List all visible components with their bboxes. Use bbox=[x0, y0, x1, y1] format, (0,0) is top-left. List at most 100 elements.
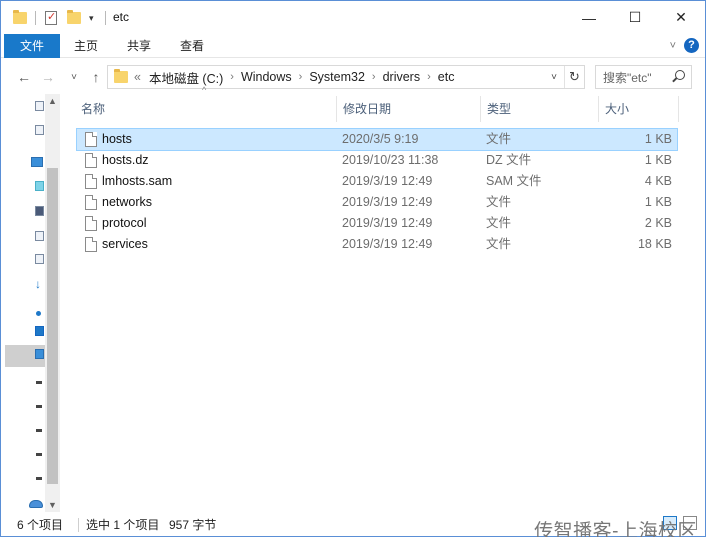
cube-icon[interactable] bbox=[35, 181, 44, 191]
file-size: 4 KB bbox=[644, 174, 672, 188]
drive-icon[interactable] bbox=[36, 477, 42, 480]
status-bar: 6 个项目 选中 1 个项目 957 字节 传智播客-上海校区 bbox=[1, 513, 705, 537]
scrollbar-thumb[interactable] bbox=[47, 168, 58, 484]
file-name: networks bbox=[102, 195, 153, 209]
breadcrumb-item-etc[interactable]: etc bbox=[438, 70, 455, 84]
file-date: 2020/3/5 9:19 bbox=[342, 132, 419, 146]
download-icon[interactable]: ↓ bbox=[35, 278, 44, 290]
breadcrumb-item-drivers[interactable]: drivers bbox=[383, 70, 421, 84]
scroll-up-icon[interactable]: ▲ bbox=[48, 96, 57, 106]
close-button[interactable]: ✕ bbox=[658, 1, 704, 34]
tab-file[interactable]: 文件 bbox=[4, 34, 60, 58]
navigation-bar: ← → ˅ ↑ « 本地磁盘 (C:) › Windows › System32… bbox=[1, 63, 705, 91]
file-name: lmhosts.sam bbox=[102, 174, 173, 188]
column-headers: ^ 名称 修改日期 类型 大小 bbox=[74, 85, 680, 124]
table-row[interactable]: hosts.dz 2019/10/23 11:38 DZ 文件 1 KB bbox=[77, 150, 677, 171]
nav-scrollbar[interactable]: ▲ ▼ bbox=[45, 94, 60, 512]
file-type: 文件 bbox=[486, 237, 512, 251]
file-icon bbox=[85, 132, 97, 147]
file-size: 1 KB bbox=[644, 132, 672, 146]
file-icon bbox=[85, 237, 97, 252]
recent-locations-button[interactable]: ˅ bbox=[63, 65, 85, 89]
chevron-right-icon[interactable]: › bbox=[372, 71, 376, 83]
file-type: DZ 文件 bbox=[486, 153, 532, 167]
file-size: 1 KB bbox=[644, 195, 672, 209]
search-icon[interactable] bbox=[675, 70, 685, 80]
file-type: SAM 文件 bbox=[486, 174, 542, 188]
new-folder-icon[interactable] bbox=[67, 10, 81, 24]
video-icon[interactable] bbox=[35, 326, 44, 336]
window-title: etc bbox=[113, 10, 130, 24]
help-icon[interactable]: ? bbox=[684, 38, 699, 53]
computer-icon[interactable] bbox=[31, 157, 43, 167]
back-button[interactable]: ← bbox=[13, 65, 35, 89]
file-icon bbox=[85, 153, 97, 168]
file-icon bbox=[85, 195, 97, 210]
chevron-right-icon[interactable]: › bbox=[299, 71, 303, 83]
properties-icon[interactable] bbox=[45, 10, 57, 25]
explorer-window: ▾ etc — ☐ ✕ 文件 主页 共享 查看 ˅ ? ← → ˅ ↑ « 本地… bbox=[0, 0, 706, 537]
document-icon[interactable] bbox=[35, 231, 44, 241]
navigation-pane[interactable]: ↓ ▲ ▼ bbox=[1, 94, 61, 512]
desktop-icon[interactable] bbox=[35, 206, 44, 216]
document-icon[interactable] bbox=[35, 101, 44, 111]
file-type: 文件 bbox=[486, 216, 512, 230]
file-size: 18 KB bbox=[637, 237, 672, 251]
document-icon[interactable] bbox=[35, 125, 44, 135]
table-row[interactable]: lmhosts.sam 2019/3/19 12:49 SAM 文件 4 KB bbox=[77, 171, 677, 192]
file-type: 文件 bbox=[486, 132, 512, 146]
column-divider[interactable] bbox=[678, 96, 679, 122]
search-input[interactable]: 搜索"etc" bbox=[595, 65, 692, 89]
quick-access-dropdown-icon[interactable]: ▾ bbox=[89, 13, 94, 24]
item-count: 6 个项目 bbox=[17, 518, 64, 532]
tab-home[interactable]: 主页 bbox=[64, 34, 108, 58]
file-size: 1 KB bbox=[644, 153, 672, 167]
folder-icon bbox=[114, 69, 128, 83]
drive-icon[interactable] bbox=[36, 453, 42, 456]
breadcrumb-item-windows[interactable]: Windows bbox=[241, 70, 292, 84]
folder-icon bbox=[13, 10, 27, 24]
network-icon[interactable] bbox=[29, 500, 43, 508]
scroll-down-icon[interactable]: ▼ bbox=[48, 500, 57, 510]
file-icon bbox=[85, 216, 97, 231]
forward-button[interactable]: → bbox=[37, 65, 59, 89]
file-date: 2019/10/23 11:38 bbox=[342, 153, 439, 167]
quick-access-toolbar bbox=[13, 10, 27, 26]
file-date: 2019/3/19 12:49 bbox=[342, 216, 433, 230]
table-row[interactable]: networks 2019/3/19 12:49 文件 1 KB bbox=[77, 192, 677, 213]
document-icon[interactable] bbox=[35, 254, 44, 264]
maximize-button[interactable]: ☐ bbox=[612, 1, 658, 34]
refresh-icon[interactable]: ↻ bbox=[564, 66, 584, 88]
tab-view[interactable]: 查看 bbox=[170, 34, 214, 58]
chevron-right-icon[interactable]: › bbox=[230, 71, 234, 83]
selection-size: 957 字节 bbox=[169, 518, 217, 532]
minimize-button[interactable]: — bbox=[566, 1, 612, 34]
expand-ribbon-icon[interactable]: ˅ bbox=[670, 40, 676, 52]
table-row[interactable]: services 2019/3/19 12:49 文件 18 KB bbox=[77, 234, 677, 255]
address-bar[interactable]: « 本地磁盘 (C:) › Windows › System32 › drive… bbox=[107, 65, 585, 89]
up-button[interactable]: ↑ bbox=[85, 65, 107, 89]
column-header-name[interactable]: 名称 bbox=[74, 94, 336, 124]
table-row[interactable]: protocol 2019/3/19 12:49 文件 2 KB bbox=[77, 213, 677, 234]
breadcrumb-item-system32[interactable]: System32 bbox=[309, 70, 365, 84]
file-date: 2019/3/19 12:49 bbox=[342, 237, 433, 251]
column-header-date[interactable]: 修改日期 bbox=[336, 94, 480, 124]
column-header-size[interactable]: 大小 bbox=[598, 94, 678, 124]
music-icon[interactable] bbox=[36, 311, 41, 316]
breadcrumb: « 本地磁盘 (C:) › Windows › System32 › drive… bbox=[134, 68, 454, 87]
breadcrumb-overflow[interactable]: « bbox=[134, 70, 141, 84]
ribbon-tabs: 文件 主页 共享 查看 ˅ ? bbox=[1, 34, 705, 58]
table-row[interactable]: hosts 2020/3/5 9:19 文件 1 KB bbox=[76, 128, 678, 151]
tab-share[interactable]: 共享 bbox=[117, 34, 161, 58]
file-name: services bbox=[102, 237, 148, 251]
drive-icon[interactable] bbox=[36, 381, 42, 384]
column-header-type[interactable]: 类型 bbox=[480, 94, 598, 124]
address-dropdown-icon[interactable]: ˅ bbox=[546, 66, 562, 88]
toolbar-separator bbox=[105, 11, 106, 25]
drive-icon[interactable] bbox=[36, 405, 42, 408]
chevron-right-icon[interactable]: › bbox=[427, 71, 431, 83]
file-size: 2 KB bbox=[644, 216, 672, 230]
breadcrumb-item-c-drive[interactable]: 本地磁盘 (C:) bbox=[149, 68, 223, 87]
windows-icon[interactable] bbox=[35, 349, 44, 359]
drive-icon[interactable] bbox=[36, 429, 42, 432]
